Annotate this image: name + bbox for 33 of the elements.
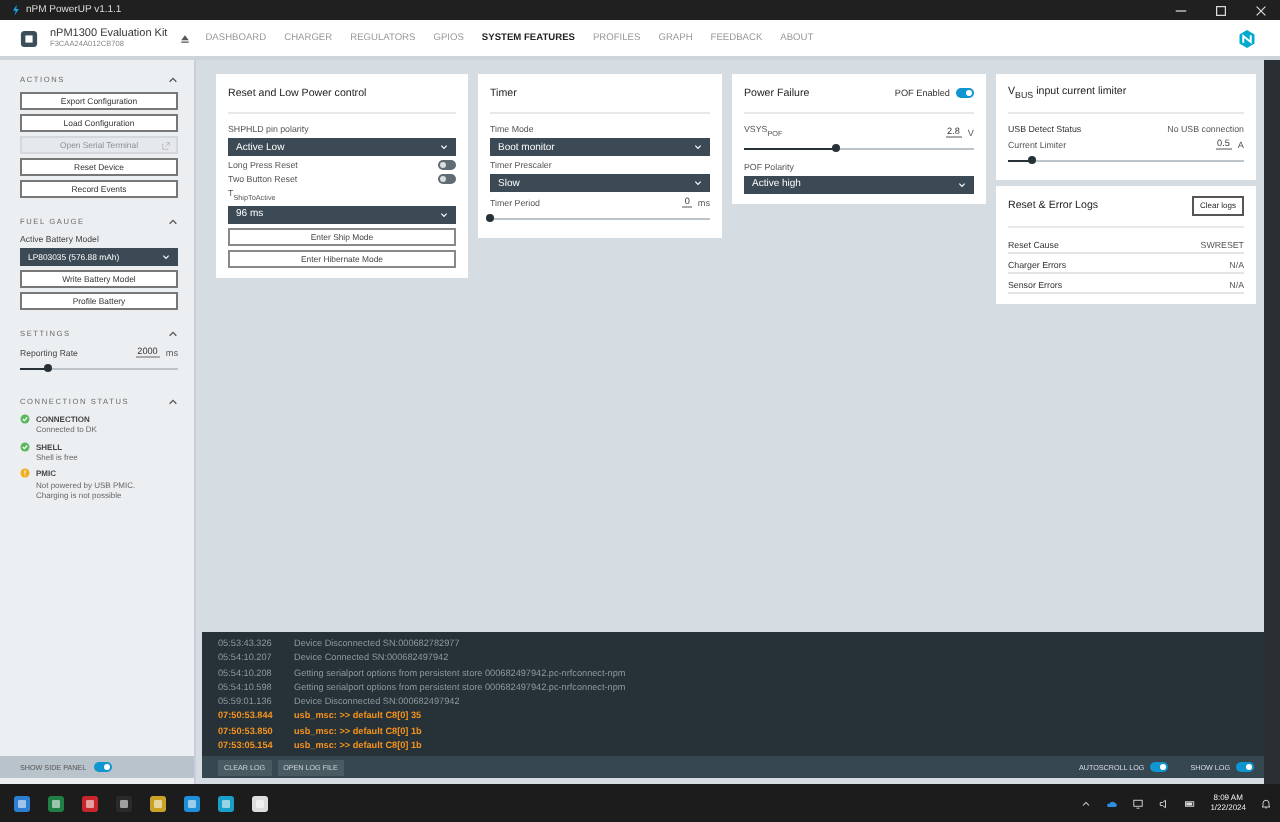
speaker-icon[interactable] xyxy=(1158,797,1171,809)
toggle-switch[interactable] xyxy=(1236,762,1254,772)
collapse-icon[interactable] xyxy=(168,397,178,406)
close-icon[interactable] xyxy=(1254,3,1268,17)
lightning-icon xyxy=(12,4,20,16)
slider-thumb[interactable] xyxy=(44,364,53,373)
toggle-switch[interactable] xyxy=(94,762,113,772)
collapse-icon[interactable] xyxy=(168,218,178,226)
slider-thumb[interactable] xyxy=(1027,156,1036,165)
toggle-switch[interactable] xyxy=(438,174,456,184)
battery-icon[interactable] xyxy=(1184,797,1197,809)
chip-icon xyxy=(20,29,38,47)
chevron-down-icon xyxy=(958,181,966,188)
toggle-switch[interactable] xyxy=(438,160,456,170)
monitor-icon[interactable] xyxy=(1132,797,1145,809)
toggle-switch[interactable] xyxy=(1150,762,1169,772)
chevron-down-icon xyxy=(440,211,448,218)
chevron-down-icon xyxy=(694,144,702,150)
chevron-down-icon xyxy=(440,144,448,150)
slider-thumb[interactable] xyxy=(486,214,494,223)
slider-thumb[interactable] xyxy=(832,144,840,153)
logo-icon xyxy=(1238,29,1256,47)
chevron-down-icon xyxy=(694,180,702,186)
cloud-icon[interactable] xyxy=(1106,797,1119,809)
toggle-switch[interactable] xyxy=(956,88,974,98)
chevron-down-icon xyxy=(162,254,170,260)
collapse-icon[interactable] xyxy=(168,76,178,84)
bell-icon[interactable] xyxy=(1260,797,1272,809)
maximize-icon[interactable] xyxy=(1214,3,1228,17)
collapse-icon[interactable] xyxy=(168,330,178,338)
chevron-up-icon[interactable] xyxy=(1080,797,1093,809)
eject-icon[interactable] xyxy=(179,33,190,43)
external-link-icon xyxy=(162,142,170,151)
